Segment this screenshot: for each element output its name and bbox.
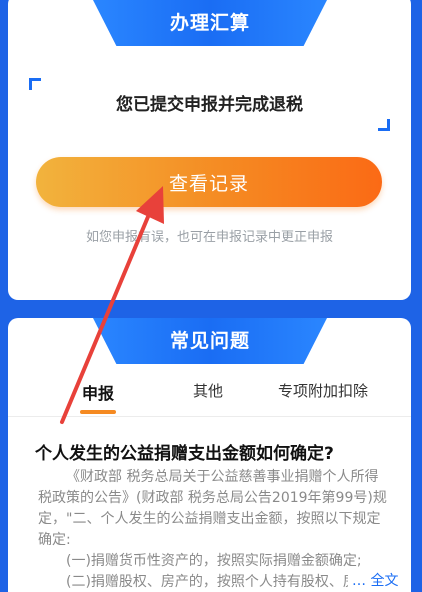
faq-answer-item-2: (二)捐赠股权、房产的，按照个人持有股权、房产 <box>66 574 371 590</box>
faq-tabs: 申报 其他 专项附加扣除 <box>8 380 411 420</box>
corner-bracket-bottom-right <box>378 119 390 131</box>
summary-card-header: 办理汇算 <box>93 0 327 46</box>
tab-special-deductions[interactable]: 专项附加扣除 <box>264 380 382 401</box>
full-text-link[interactable]: … 全文 <box>348 570 399 590</box>
active-tab-indicator <box>80 410 116 414</box>
full-text-link-label: 全文 <box>370 573 399 589</box>
faq-answer: 《财政部 税务总局关于公益慈善事业捐赠个人所得税政策的公告》(财政部 税务总局公… <box>38 467 390 592</box>
corner-bracket-top-left <box>29 78 41 90</box>
faq-answer-item-1: (一)捐赠货币性资产的，按照实际捐赠金额确定; <box>66 553 362 569</box>
tax-summary-card: 办理汇算 您已提交申报并完成退税 查看记录 如您申报有误，也可在申报记录中更正申… <box>8 0 411 300</box>
faq-card-header: 常见问题 <box>93 318 327 364</box>
tab-declaration[interactable]: 申报 <box>76 380 120 414</box>
tab-other[interactable]: 其他 <box>188 380 228 401</box>
view-records-button[interactable]: 查看记录 <box>36 157 382 207</box>
tab-declaration-label: 申报 <box>81 384 114 403</box>
faq-card: 常见问题 申报 其他 专项附加扣除 个人发生的公益捐赠支出金额如何确定? 《财政… <box>8 318 411 592</box>
submission-status-text: 您已提交申报并完成退税 <box>116 95 303 115</box>
faq-question[interactable]: 个人发生的公益捐赠支出金额如何确定? <box>35 439 395 464</box>
faq-answer-paragraph: 《财政部 税务总局关于公益慈善事业捐赠个人所得税政策的公告》(财政部 税务总局公… <box>38 469 387 548</box>
tabs-divider <box>8 416 411 417</box>
tab-special-deductions-label: 专项附加扣除 <box>277 382 368 400</box>
tab-other-label: 其他 <box>192 382 223 400</box>
ellipsis-glyph: … <box>352 573 371 589</box>
correction-hint-text: 如您申报有误，也可在申报记录中更正申报 <box>85 230 333 245</box>
